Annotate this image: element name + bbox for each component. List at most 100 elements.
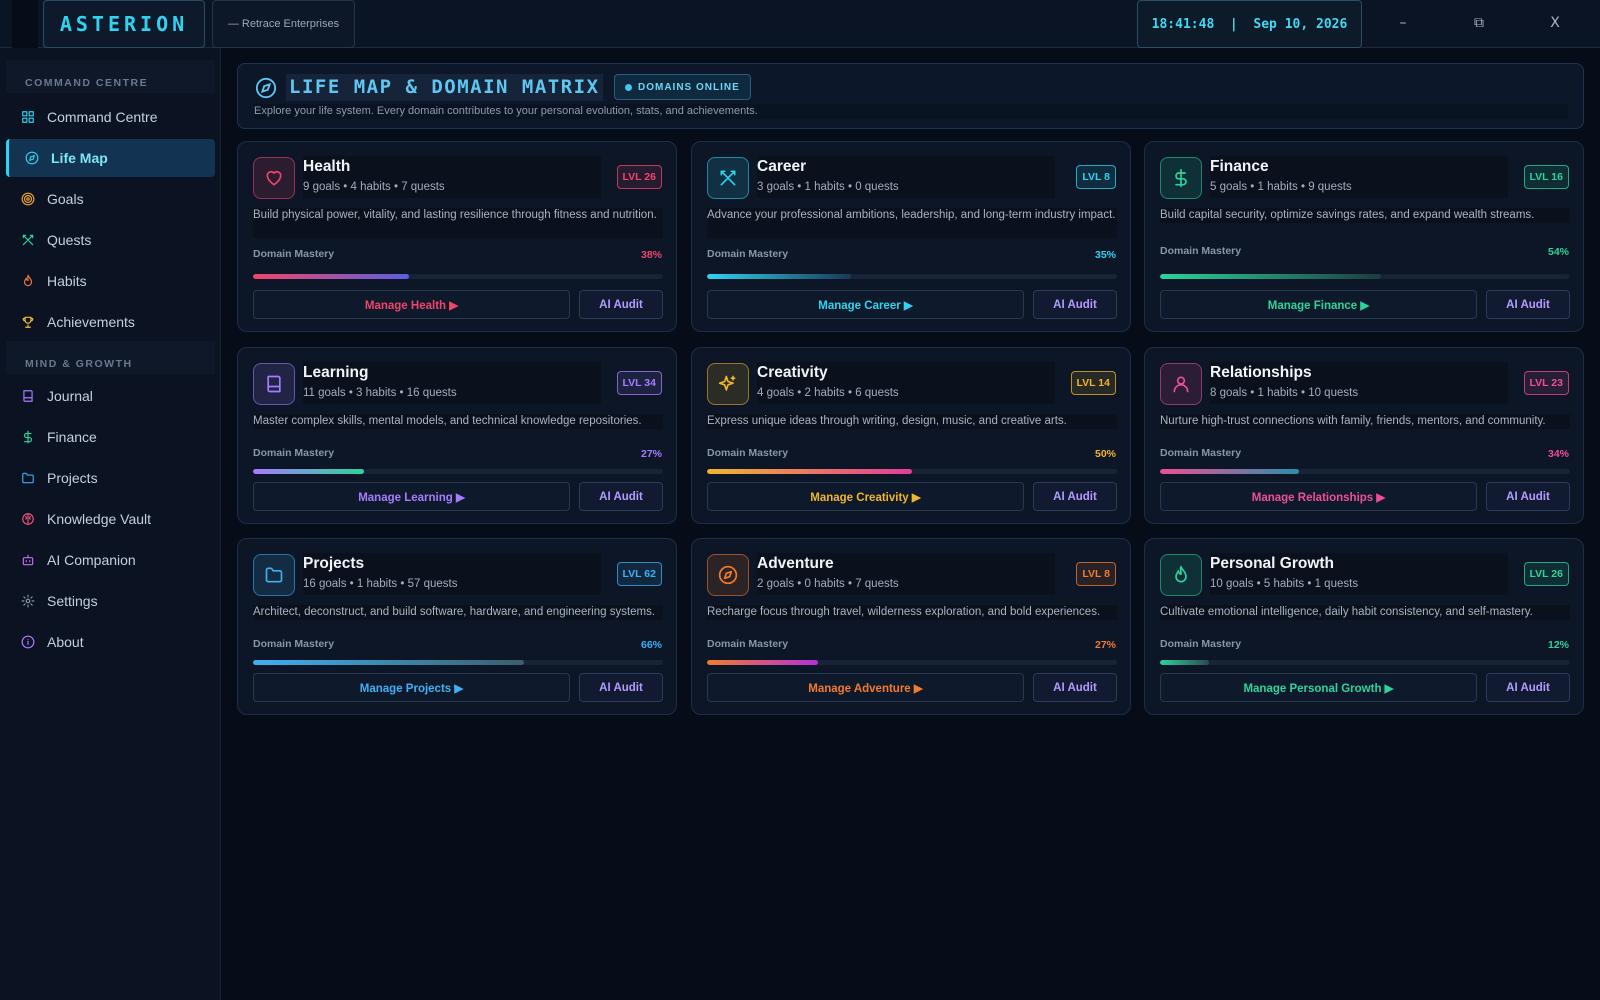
trophy-icon [22,316,34,328]
mastery-bar [1160,469,1570,474]
swords-icon [22,234,34,246]
clock-display: 18:41:48 | Sep 10, 2026 [1137,0,1362,48]
domain-card-finance: Finance 5 goals • 1 habits • 9 quests LVL … [1144,141,1584,332]
restore-button[interactable]: ⧉ [1464,8,1494,38]
mastery-bar [707,469,1117,474]
sidebar-item-label: About [47,634,84,650]
brand-logo[interactable]: ASTERION [43,0,205,48]
domain-stats: 9 goals • 4 habits • 7 quests [303,181,445,193]
manage-domain-button[interactable]: Manage Creativity ▶ [707,482,1024,511]
sidebar-item-command-centre[interactable]: Command Centre [6,98,215,136]
sidebar-item-label: Knowledge Vault [47,511,152,527]
manage-domain-button[interactable]: Manage Learning ▶ [253,482,570,511]
status-badge: DOMAINS ONLINE [614,74,751,100]
domain-stats: 11 goals • 3 habits • 16 quests [303,387,457,399]
user-icon [1173,376,1189,393]
ai-audit-button[interactable]: AI Audit [1033,673,1117,702]
mastery-label: Domain Mastery [1160,447,1242,459]
level-badge: LVL 26 [1523,562,1569,586]
domain-card-learning: Learning 11 goals • 3 habits • 16 quests L… [237,347,677,524]
ai-audit-button[interactable]: AI Audit [1033,290,1117,319]
folder-icon [265,567,283,583]
domain-description: Architect, deconstruct, and build softwa… [253,605,663,620]
close-button[interactable]: X [1540,8,1570,38]
domain-description: Recharge focus through travel, wildernes… [707,605,1117,620]
level-badge: LVL 23 [1523,371,1569,395]
manage-domain-button[interactable]: Manage Projects ▶ [253,673,570,702]
sidebar-item-ai-companion[interactable]: AI Companion [6,541,215,579]
domain-name: Creativity [757,364,828,381]
mastery-bar-fill [253,274,409,279]
mastery-bar-fill [1160,660,1210,665]
manage-domain-button[interactable]: Manage Health ▶ [253,290,570,319]
sidebar-item-finance[interactable]: Finance [6,418,215,456]
book-icon [267,375,281,393]
manage-domain-button[interactable]: Manage Adventure ▶ [707,673,1024,702]
mastery-percent: 34% [1547,448,1569,460]
bot-icon [22,554,34,566]
sidebar-item-goals[interactable]: Goals [6,180,215,218]
domain-name: Career [757,158,807,175]
sidebar-section-title: MIND & GROWTH [6,341,215,374]
mastery-bar-fill [1160,469,1300,474]
domain-icon-box [707,157,749,199]
mastery-percent: 38% [640,249,662,261]
ai-audit-button[interactable]: AI Audit [579,673,663,702]
mastery-percent: 27% [640,448,662,460]
ai-audit-button[interactable]: AI Audit [1486,673,1570,702]
domain-stats: 4 goals • 2 habits • 6 quests [757,387,899,399]
manage-domain-button[interactable]: Manage Relationships ▶ [1160,482,1477,511]
level-badge: LVL 62 [616,562,662,586]
sidebar-item-projects[interactable]: Projects [6,459,215,497]
ai-audit-button[interactable]: AI Audit [1033,482,1117,511]
minimize-button[interactable]: – [1388,8,1418,38]
level-badge: LVL 14 [1070,371,1116,395]
sidebar-item-knowledge-vault[interactable]: Knowledge Vault [6,500,215,538]
ai-audit-button[interactable]: AI Audit [1486,290,1570,319]
book-icon [23,390,33,402]
sidebar-item-about[interactable]: About [6,623,215,661]
swords-icon [720,170,736,186]
manage-domain-button[interactable]: Manage Finance ▶ [1160,290,1477,319]
ai-audit-button[interactable]: AI Audit [579,482,663,511]
domain-title-box: Relationships 8 goals • 1 habits • 10 que… [1210,362,1508,404]
mastery-label: Domain Mastery [1160,245,1242,257]
sidebar-item-achievements[interactable]: Achievements [6,303,215,341]
mastery-label: Domain Mastery [1160,638,1242,650]
domain-card-personal-growth: Personal Growth 10 goals • 5 habits • 1 q… [1144,538,1584,715]
ai-audit-button[interactable]: AI Audit [1486,482,1570,511]
domain-icon-box [1160,157,1202,199]
mastery-label: Domain Mastery [707,638,789,650]
sidebar-item-settings[interactable]: Settings [6,582,215,620]
sidebar-item-life-map[interactable]: Life Map [6,139,215,177]
domain-description: Build physical power, vitality, and last… [253,208,663,238]
domain-icon-box [253,554,295,596]
brain-icon [22,513,34,525]
domain-title-box: Learning 11 goals • 3 habits • 16 quests [303,362,601,404]
sidebar-item-quests[interactable]: Quests [6,221,215,259]
domain-card-career: Career 3 goals • 1 habits • 0 quests LVL 8… [691,141,1131,332]
sidebar-item-habits[interactable]: Habits [6,262,215,300]
sidebar-item-journal[interactable]: Journal [6,377,215,415]
mastery-bar-fill [253,660,524,665]
ai-audit-button[interactable]: AI Audit [579,290,663,319]
mastery-percent: 66% [640,639,662,651]
domain-card-relationships: Relationships 8 goals • 1 habits • 10 que… [1144,347,1584,524]
domain-stats: 8 goals • 1 habits • 10 quests [1210,387,1359,399]
level-badge: LVL 8 [1076,165,1116,189]
page-title: LIFE MAP & DOMAIN MATRIX [286,74,603,101]
level-badge: LVL 26 [616,165,662,189]
sidebar-item-label: Projects [47,470,98,486]
title-bar: ASTERION — Retrace Enterprises 18:41:48 … [0,0,1600,48]
domain-icon-box [707,554,749,596]
dollar-icon [23,430,33,444]
domain-title-box: Career 3 goals • 1 habits • 0 quests [757,156,1055,198]
sidebar-item-label: Command Centre [47,109,158,125]
manage-domain-button[interactable]: Manage Personal Growth ▶ [1160,673,1477,702]
domain-icon-box [253,157,295,199]
mastery-label: Domain Mastery [253,447,335,459]
heart-icon [266,170,282,186]
manage-domain-button[interactable]: Manage Career ▶ [707,290,1024,319]
mastery-label: Domain Mastery [707,248,789,260]
dollar-icon [1175,168,1187,188]
